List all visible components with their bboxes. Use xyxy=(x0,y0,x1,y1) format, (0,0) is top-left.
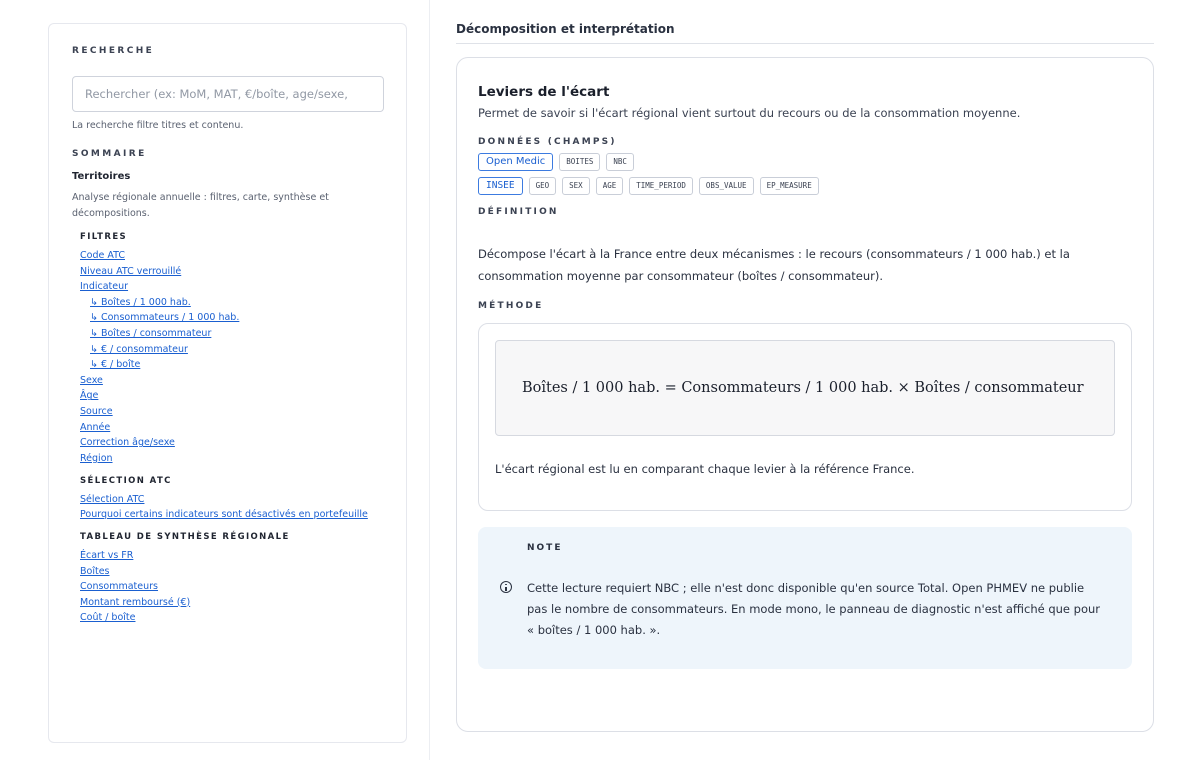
toc-link[interactable]: ↳ Consommateurs / 1 000 hab. xyxy=(72,310,383,326)
toc-group-title: FILTRES xyxy=(80,232,128,242)
toc-link[interactable]: Région xyxy=(72,451,383,467)
field-chip: AGE xyxy=(595,177,624,195)
toc-link[interactable]: Boîtes xyxy=(72,564,383,580)
toc-link[interactable]: Écart vs FR xyxy=(72,548,383,564)
info-icon xyxy=(500,581,512,593)
sidebar: RECHERCHE La recherche filtre titres et … xyxy=(48,23,407,743)
data-field-row: Open Medic BOITES NBC xyxy=(478,153,1132,171)
toc-link[interactable]: Consommateurs xyxy=(72,579,383,595)
note-label: NOTE xyxy=(527,543,563,553)
field-chip: SEX xyxy=(562,177,590,195)
toc-link[interactable]: Source xyxy=(72,404,383,420)
toc-link[interactable]: Sélection ATC xyxy=(72,492,383,508)
source-badge: INSEE xyxy=(478,177,523,195)
toc-link[interactable]: ↳ Boîtes / consommateur xyxy=(72,326,383,342)
toc-link[interactable]: ↳ € / consommateur xyxy=(72,342,383,358)
definition-text: Décompose l'écart à la France entre deux… xyxy=(478,247,1070,283)
toc-group: SÉLECTION ATC Sélection ATC Pourquoi certa… xyxy=(72,474,383,522)
search-hint: La recherche filtre titres et contenu. xyxy=(72,120,244,131)
data-field-row: INSEE GEO SEX AGE TIME_PERIOD OBS_VALUE EP_MEA… xyxy=(478,177,1132,195)
card-subtitle: Permet de savoir si l'écart régional vie… xyxy=(478,106,1021,120)
toc-link[interactable]: Âge xyxy=(72,388,383,404)
toc-link[interactable]: Année xyxy=(72,420,383,436)
method-label: MÉTHODE xyxy=(478,301,544,311)
toc-link[interactable]: ↳ € / boîte xyxy=(72,357,383,373)
table-of-contents: FILTRES Code ATC Niveau ATC verrouillé Indi… xyxy=(72,230,383,626)
main-content: Décomposition et interprétation Leviers … xyxy=(456,22,1154,732)
card-title: Leviers de l'écart xyxy=(478,84,610,100)
toc-link[interactable]: Niveau ATC verrouillé xyxy=(72,264,383,280)
field-chip: BOITES xyxy=(559,153,601,171)
sommaire-label: SOMMAIRE xyxy=(72,149,147,159)
search-input[interactable] xyxy=(72,76,384,112)
toc-link[interactable]: Sexe xyxy=(72,373,383,389)
toc-link[interactable]: ↳ Boîtes / 1 000 hab. xyxy=(72,295,383,311)
toc-group-title: TABLEAU DE SYNTHÈSE RÉGIONALE xyxy=(80,531,290,542)
section-title: Territoires xyxy=(72,171,131,182)
toc-link[interactable]: Coût / boîte xyxy=(72,610,383,626)
section-description: Analyse régionale annuelle : filtres, ca… xyxy=(72,192,329,219)
source-badge: Open Medic xyxy=(478,153,554,171)
definition-label: DÉFINITION xyxy=(478,207,559,217)
field-chip: EP_MEASURE xyxy=(759,177,819,195)
toc-link[interactable]: Pourquoi certains indicateurs sont désac… xyxy=(72,508,372,522)
note-box: NOTE Cette lecture requiert NBC ; elle n… xyxy=(478,527,1132,669)
field-chip: OBS_VALUE xyxy=(698,177,754,195)
toc-group: TABLEAU DE SYNTHÈSE RÉGIONALE Écart vs FR… xyxy=(72,530,383,626)
levers-card: Leviers de l'écart Permet de savoir si l… xyxy=(456,57,1154,732)
formula-text: Boîtes / 1 000 hab. = Consommateurs / 1 … xyxy=(522,380,1084,396)
toc-group: FILTRES Code ATC Niveau ATC verrouillé Indi… xyxy=(72,230,383,466)
toc-link[interactable]: Indicateur xyxy=(72,279,383,295)
toc-link[interactable]: Correction âge/sexe xyxy=(72,435,383,451)
field-chip: GEO xyxy=(528,177,557,195)
data-fields: Open Medic BOITES NBC INSEE GEO SEX AGE TIME_PE… xyxy=(478,153,1132,195)
method-box: Boîtes / 1 000 hab. = Consommateurs / 1 … xyxy=(478,323,1132,511)
toc-link[interactable]: Montant remboursé (€) xyxy=(72,595,383,611)
note-text: Cette lecture requiert NBC ; elle n'est … xyxy=(527,581,1101,637)
toc-group-title: SÉLECTION ATC xyxy=(80,476,172,487)
data-fields-label: DONNÉES (CHAMPS) xyxy=(478,137,617,147)
formula: Boîtes / 1 000 hab. = Consommateurs / 1 … xyxy=(495,340,1115,436)
toc-link[interactable]: Code ATC xyxy=(72,248,383,264)
search-label: RECHERCHE xyxy=(72,46,155,56)
method-footer: L'écart régional est lu en comparant cha… xyxy=(495,462,915,476)
field-chip: TIME_PERIOD xyxy=(629,177,693,195)
page-title: Décomposition et interprétation xyxy=(456,22,1154,44)
field-chip: NBC xyxy=(606,153,634,171)
column-divider xyxy=(429,0,430,760)
